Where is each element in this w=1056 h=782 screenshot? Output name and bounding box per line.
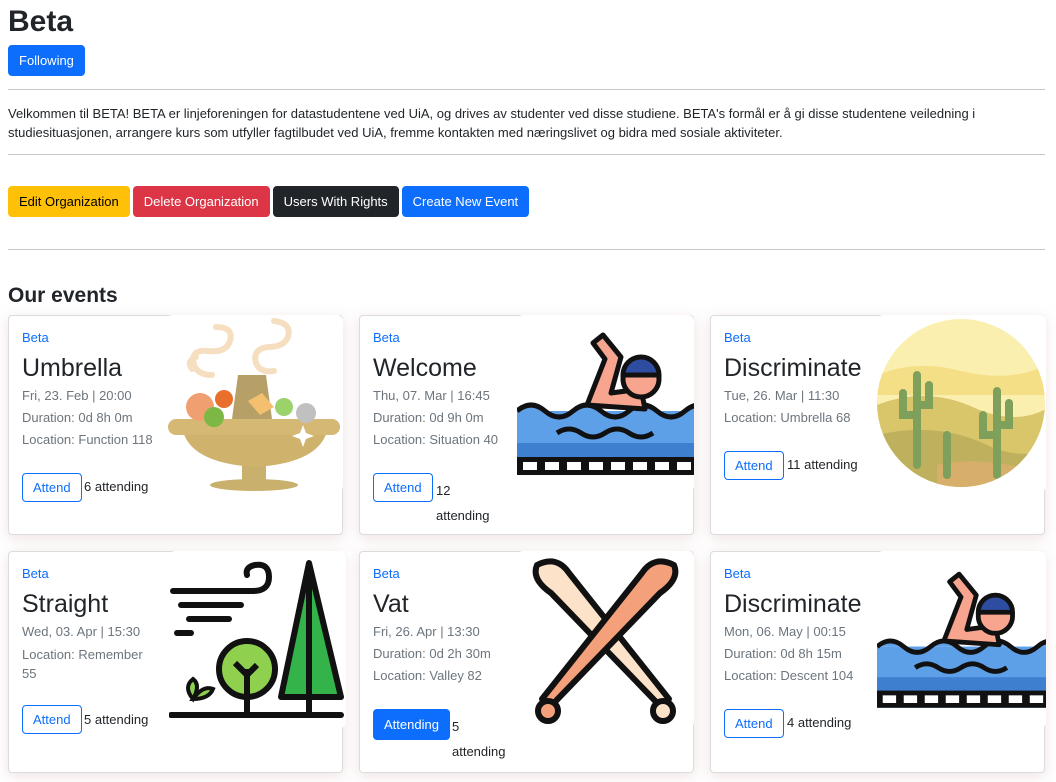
hot-pot-icon	[166, 315, 343, 492]
event-card[interactable]: Beta Vat Fri, 26. Apr | 13:30 Duration: …	[359, 551, 694, 773]
event-title: Discriminate	[724, 354, 862, 382]
swimmer-icon	[877, 551, 1046, 728]
event-org[interactable]: Beta	[724, 330, 751, 345]
create-event-button[interactable]: Create New Event	[401, 186, 530, 217]
event-date: Thu, 07. Mar | 16:45	[373, 388, 490, 403]
divider	[8, 89, 1045, 90]
event-location: Location: Situation 40	[373, 432, 499, 447]
attend-button[interactable]: Attend	[22, 705, 82, 734]
page-title: Beta	[8, 5, 74, 38]
attend-button[interactable]: Attend	[724, 451, 784, 480]
event-location: Location: Remember 55	[22, 647, 143, 681]
desert-cactus-icon	[877, 315, 1046, 492]
crossed-bats-icon	[517, 551, 694, 728]
event-title: Welcome	[373, 354, 477, 382]
event-duration: Duration: 0d 8h 0m	[22, 410, 133, 425]
event-date: Fri, 23. Feb | 20:00	[22, 388, 132, 403]
attend-button[interactable]: Attend	[22, 473, 82, 502]
event-org[interactable]: Beta	[373, 566, 400, 581]
swimmer-icon	[517, 315, 694, 492]
event-date: Tue, 26. Mar | 11:30	[724, 388, 840, 403]
edit-organization-button[interactable]: Edit Organization	[8, 186, 130, 217]
event-org[interactable]: Beta	[22, 330, 49, 345]
event-card[interactable]: Beta Discriminate Mon, 06. May | 00:15 D…	[710, 551, 1046, 773]
attending-count: 4 attending	[787, 715, 852, 730]
admin-actions: Edit Organization Delete Organization Us…	[8, 186, 530, 217]
event-title: Straight	[22, 590, 109, 618]
event-card[interactable]: Beta Welcome Thu, 07. Mar | 16:45 Durati…	[359, 315, 694, 535]
wind-trees-icon	[169, 551, 346, 728]
event-location: Location: Umbrella 68	[724, 410, 851, 425]
attending-count: 12 attending	[436, 483, 490, 523]
org-description: Velkommen til BETA! BETA er linjeforenin…	[8, 106, 976, 140]
delete-organization-button[interactable]: Delete Organization	[132, 186, 270, 217]
follow-button[interactable]: Following	[8, 45, 85, 76]
event-duration: Duration: 0d 2h 30m	[373, 646, 491, 661]
event-duration: Duration: 0d 8h 15m	[724, 646, 842, 661]
event-duration: Duration: 0d 9h 0m	[373, 410, 484, 425]
events-heading: Our events	[8, 284, 118, 307]
divider	[8, 154, 1045, 155]
event-date: Mon, 06. May | 00:15	[724, 624, 846, 639]
event-title: Umbrella	[22, 354, 123, 382]
attend-button[interactable]: Attending	[373, 709, 450, 740]
event-card[interactable]: Beta Umbrella Fri, 23. Feb | 20:00 Durat…	[8, 315, 343, 535]
event-date: Wed, 03. Apr | 15:30	[22, 624, 141, 639]
event-org[interactable]: Beta	[724, 566, 751, 581]
event-title: Discriminate	[724, 590, 862, 618]
event-org[interactable]: Beta	[373, 330, 400, 345]
event-date: Fri, 26. Apr | 13:30	[373, 624, 480, 639]
event-location: Location: Descent 104	[724, 668, 854, 683]
attend-button[interactable]: Attend	[724, 709, 784, 738]
event-title: Vat	[373, 590, 409, 618]
event-location: Location: Valley 82	[373, 668, 482, 683]
attending-count: 5 attending	[452, 719, 506, 759]
attending-count: 6 attending	[84, 479, 149, 494]
divider	[8, 249, 1045, 250]
event-card[interactable]: Beta Straight Wed, 03. Apr | 15:30 Locat…	[8, 551, 346, 773]
event-location: Location: Function 118	[22, 432, 153, 447]
attend-button[interactable]: Attend	[373, 473, 433, 502]
users-with-rights-button[interactable]: Users With Rights	[272, 186, 399, 217]
attending-count: 11 attending	[787, 457, 858, 472]
event-org[interactable]: Beta	[22, 566, 49, 581]
event-card[interactable]: Beta Discriminate Tue, 26. Mar | 11:30 L…	[710, 315, 1046, 535]
attending-count: 5 attending	[84, 712, 149, 727]
